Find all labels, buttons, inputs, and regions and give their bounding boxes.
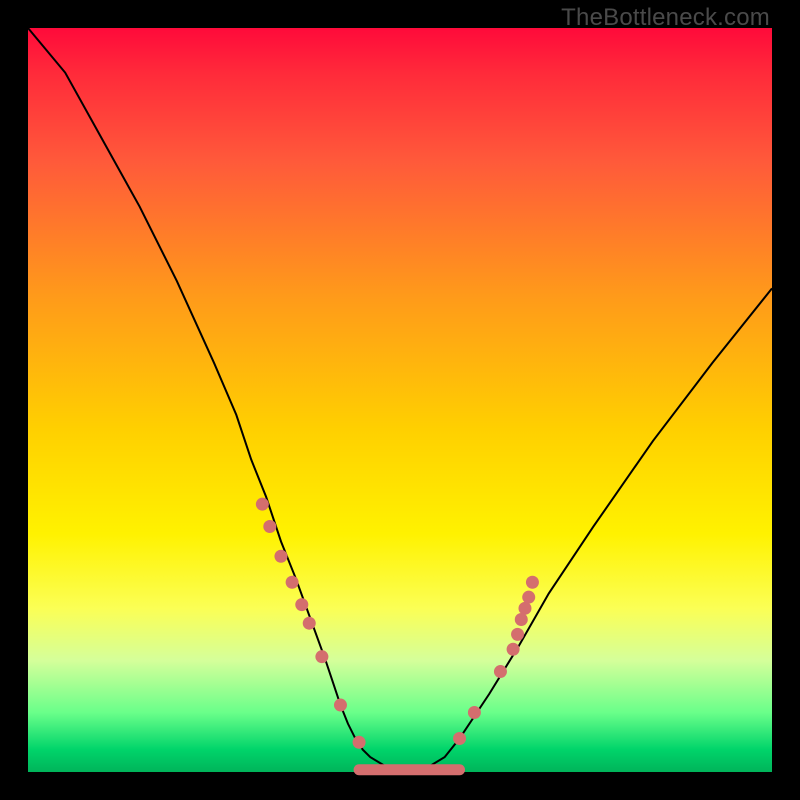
marker-dot xyxy=(303,617,316,630)
marker-dot xyxy=(511,628,524,641)
marker-dot xyxy=(515,613,528,626)
marker-dot xyxy=(468,706,481,719)
marker-dot xyxy=(453,732,466,745)
chart-svg xyxy=(28,28,772,772)
marker-dot xyxy=(274,550,287,563)
chart-frame: TheBottleneck.com xyxy=(0,0,800,800)
marker-dot xyxy=(526,576,539,589)
marker-dot xyxy=(522,591,535,604)
marker-dot xyxy=(334,699,347,712)
marker-dot xyxy=(286,576,299,589)
marker-dot xyxy=(295,598,308,611)
marker-dot xyxy=(263,520,276,533)
marker-dot xyxy=(353,736,366,749)
marker-dot xyxy=(518,602,531,615)
bottleneck-curve xyxy=(28,28,772,770)
marker-dot xyxy=(256,498,269,511)
marker-dot xyxy=(507,643,520,656)
marker-dot xyxy=(494,665,507,678)
marker-dot xyxy=(315,650,328,663)
plot-area xyxy=(28,28,772,772)
